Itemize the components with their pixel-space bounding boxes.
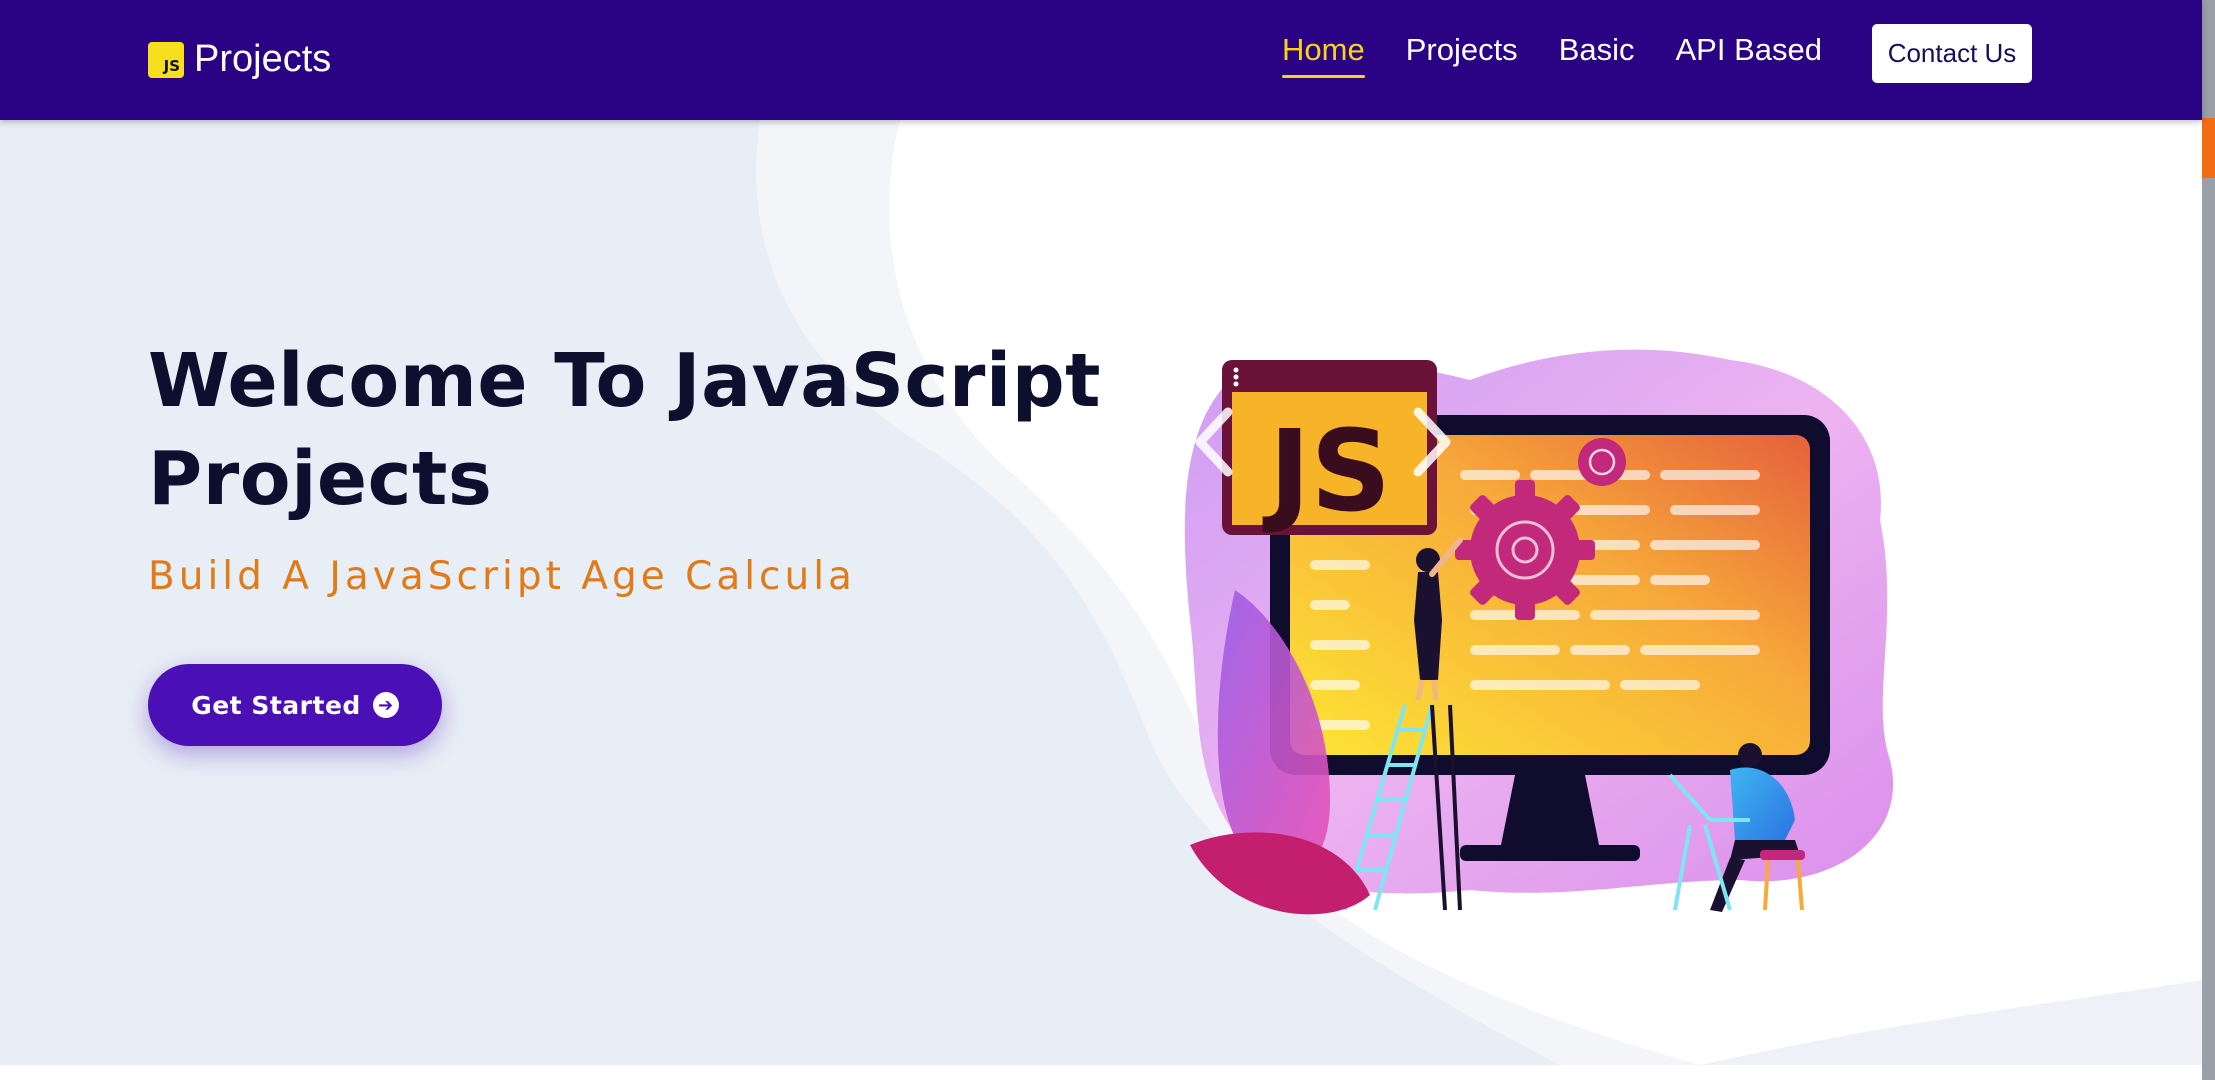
js-logo-icon: JS — [148, 41, 184, 78]
contact-us-button[interactable]: Contact Us — [1872, 24, 2032, 83]
arrow-circle-right-icon: ➔ — [372, 692, 399, 718]
hero-title-line2: Projects — [148, 436, 493, 522]
hero-title-line1: Welcome To JavaScript — [148, 338, 1102, 424]
nav-item-home[interactable]: Home — [1282, 28, 1365, 78]
hero-typing-subtitle: Build A JavaScript Age Calcula — [148, 554, 856, 599]
brand-name: Projects — [194, 38, 332, 80]
get-started-button[interactable]: Get Started ➔ — [148, 664, 442, 746]
monitor-base — [1460, 845, 1640, 861]
js-window-label: JS — [1262, 407, 1391, 537]
nav-menu: Home Projects Basic API Based — [1282, 28, 1863, 78]
get-started-label: Get Started — [191, 690, 361, 720]
monitor-stand — [1500, 775, 1600, 850]
js-window: JS — [1222, 360, 1437, 537]
top-navbar: JS Projects Home Projects Basic API Base… — [0, 0, 2202, 120]
gear-icon — [1455, 480, 1595, 620]
hero-title: Welcome To JavaScript Projects — [148, 332, 1128, 528]
brand-logo[interactable]: JS Projects — [148, 38, 331, 81]
scrollbar-thumb[interactable] — [2202, 118, 2215, 178]
hero-illustration: JS — [1184, 349, 1894, 915]
page-scrollbar[interactable] — [2202, 0, 2215, 1080]
nav-item-basic[interactable]: Basic — [1559, 28, 1635, 78]
nav-item-projects[interactable]: Projects — [1406, 28, 1518, 78]
hero-section: Welcome To JavaScript Projects Build A J… — [0, 120, 2202, 1065]
nav-item-api-based[interactable]: API Based — [1676, 28, 1822, 78]
small-gear-icon — [1578, 438, 1626, 486]
